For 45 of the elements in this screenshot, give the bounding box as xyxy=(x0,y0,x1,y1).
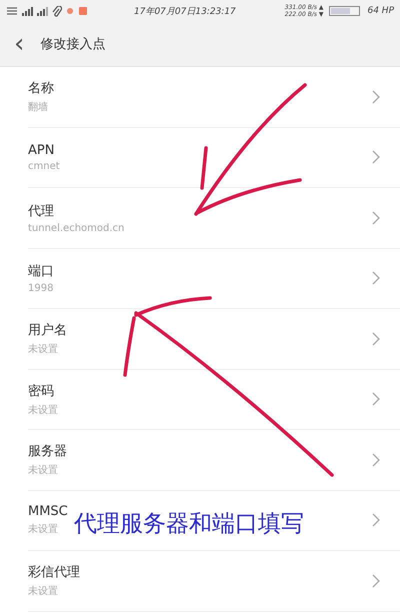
setting-label: MMSC xyxy=(28,504,68,520)
setting-label: 密码 xyxy=(28,382,54,400)
settings-row[interactable]: 服务器 未设置 xyxy=(28,430,400,490)
status-time: 17年07月07日13:23:17 xyxy=(134,6,236,18)
battery-text: 64 HP xyxy=(367,6,394,16)
setting-value: cmnet xyxy=(28,160,60,172)
settings-row[interactable]: 密码 未设置 xyxy=(28,370,400,430)
handwritten-note: 代理服务器和端口填写 xyxy=(74,510,304,539)
chevron-icon xyxy=(372,392,380,406)
chevron-icon xyxy=(372,332,380,346)
setting-label: APN xyxy=(28,142,54,158)
setting-value: 未设置 xyxy=(28,342,58,356)
signal-icon xyxy=(37,6,48,16)
paperclip-icon xyxy=(52,6,62,16)
setting-value: 未设置 xyxy=(28,464,58,478)
setting-label: 用户名 xyxy=(28,322,67,340)
setting-value: 翻墙 xyxy=(28,100,48,114)
signal-icon xyxy=(22,6,33,16)
setting-value: tunnel.echomod.cn xyxy=(28,222,124,234)
setting-label: 彩信代理 xyxy=(28,564,80,582)
setting-value: 未设置 xyxy=(28,404,58,417)
notification-icon xyxy=(6,6,18,16)
setting-value: 1998 xyxy=(28,283,54,294)
battery-icon xyxy=(329,6,362,16)
back-button[interactable]: ‹ xyxy=(10,31,28,57)
settings-row[interactable]: 用户名 未设置 xyxy=(28,309,400,370)
settings-row[interactable]: 名称 翻墙 xyxy=(28,67,400,128)
chevron-icon xyxy=(372,271,380,286)
setting-value: 未设置 xyxy=(28,584,58,598)
chevron-icon xyxy=(372,150,380,164)
settings-row[interactable]: 彩信代理 未设置 xyxy=(28,551,400,612)
chevron-icon xyxy=(372,513,380,528)
setting-label: 服务器 xyxy=(28,443,67,460)
settings-row[interactable]: 端口 1998 xyxy=(28,248,400,309)
chevron-icon xyxy=(372,452,380,467)
settings-row[interactable]: 代理 tunnel.echomod.cn xyxy=(28,188,400,248)
setting-value: 未设置 xyxy=(28,522,58,536)
chevron-icon xyxy=(372,574,380,588)
setting-label: 端口 xyxy=(28,263,54,280)
chevron-icon xyxy=(372,210,380,225)
chevron-icon xyxy=(372,90,380,104)
page-title: 修改接入点 xyxy=(40,36,106,53)
settings-row[interactable]: APN cmnet xyxy=(28,128,400,188)
setting-label: 代理 xyxy=(28,202,54,220)
setting-label: 名称 xyxy=(28,80,54,98)
